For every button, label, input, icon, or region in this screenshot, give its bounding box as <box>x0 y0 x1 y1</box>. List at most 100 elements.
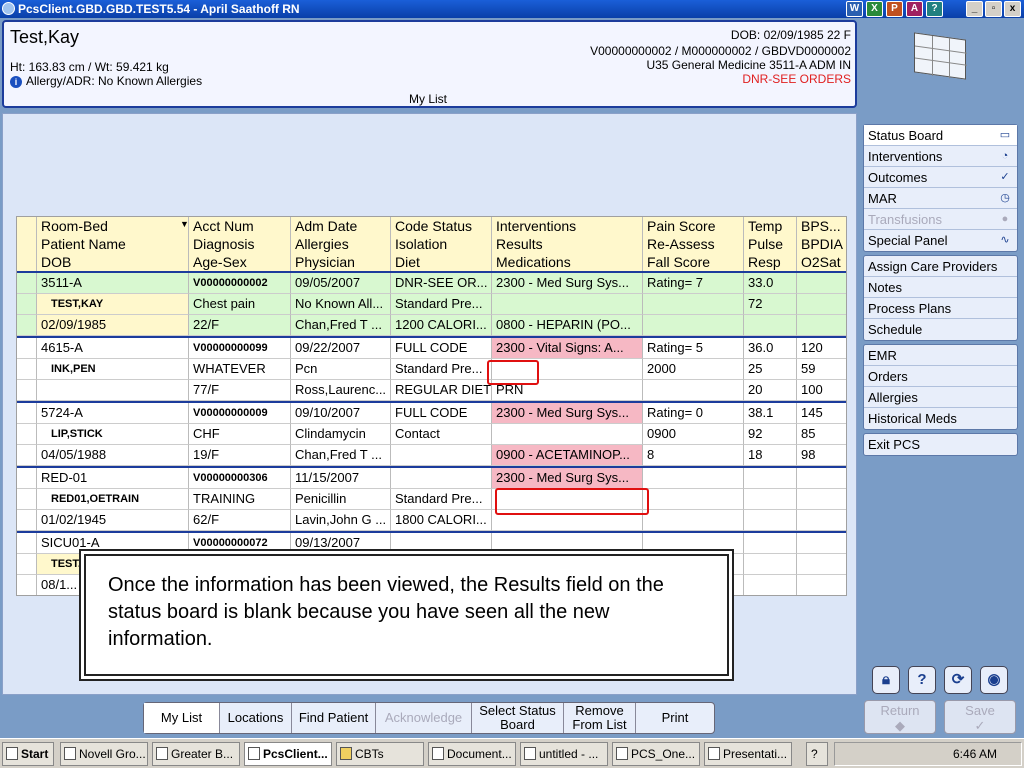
help-tray-icon[interactable]: ? <box>806 742 828 766</box>
nav-special-panel[interactable]: Special Panel ∿ <box>864 230 1017 251</box>
table-cell[interactable] <box>643 533 744 554</box>
table-cell[interactable] <box>391 445 492 466</box>
table-cell[interactable] <box>643 510 744 531</box>
taskbar-item[interactable]: untitled - ... <box>520 742 608 766</box>
table-cell[interactable]: 100 <box>797 380 846 401</box>
table-cell[interactable]: TEST,KAY <box>37 294 189 315</box>
table-cell[interactable]: 3511-A <box>37 273 189 294</box>
table-cell[interactable] <box>797 510 846 531</box>
table-cell[interactable]: Pcn <box>291 359 391 380</box>
table-cell[interactable]: V00000000002 <box>189 273 291 294</box>
table-cell[interactable]: 5724-A <box>37 403 189 424</box>
return-button[interactable]: Return ◆ <box>864 700 936 734</box>
column-header[interactable]: Age-Sex <box>189 253 291 271</box>
nav-schedule[interactable]: Schedule <box>864 319 1017 340</box>
table-cell[interactable] <box>744 533 797 554</box>
table-cell[interactable]: 0800 - HEPARIN (PO... <box>492 315 643 336</box>
column-header[interactable]: Temp <box>744 217 797 235</box>
table-cell[interactable] <box>643 468 744 489</box>
column-header[interactable]: Acct Num <box>189 217 291 235</box>
nav-notes[interactable]: Notes <box>864 277 1017 298</box>
info-icon[interactable]: i <box>10 76 22 88</box>
column-header[interactable]: Physician <box>291 253 391 271</box>
tab-find-patient[interactable]: Find Patient <box>292 703 376 733</box>
start-button[interactable]: Start <box>2 742 54 766</box>
nav-status-board[interactable]: Status Board ▭ <box>864 125 1017 146</box>
table-cell[interactable]: 0900 <box>643 424 744 445</box>
table-cell[interactable]: 2300 - Med Surg Sys... <box>492 273 643 294</box>
taskbar-item[interactable]: CBTs <box>336 742 424 766</box>
column-header[interactable]: Interventions <box>492 217 643 235</box>
column-header[interactable]: Fall Score <box>643 253 744 271</box>
taskbar-item[interactable]: PcsClient... <box>244 742 332 766</box>
column-header[interactable]: Code Status <box>391 217 492 235</box>
column-header[interactable]: Adm Date <box>291 217 391 235</box>
table-cell[interactable]: V00000000072 <box>189 533 291 554</box>
tab-remove-from-list[interactable]: Remove From List <box>564 703 636 733</box>
column-header[interactable]: Resp <box>744 253 797 271</box>
table-cell[interactable]: Standard Pre... <box>391 489 492 510</box>
column-header[interactable]: Isolation <box>391 235 492 253</box>
column-header[interactable]: BPS... <box>797 217 846 235</box>
table-cell[interactable] <box>492 533 643 554</box>
column-header[interactable]: BPDIA <box>797 235 846 253</box>
column-header[interactable]: DOB <box>37 253 189 271</box>
table-cell[interactable]: 09/13/2007 <box>291 533 391 554</box>
table-cell[interactable]: 2000 <box>643 359 744 380</box>
table-cell[interactable] <box>797 273 846 294</box>
table-cell[interactable]: Ross,Laurenc... <box>291 380 391 401</box>
column-header[interactable]: Pulse <box>744 235 797 253</box>
column-header[interactable]: Room-Bed <box>37 217 189 235</box>
help-icon[interactable]: ? <box>908 666 936 694</box>
table-cell[interactable]: Standard Pre... <box>391 359 492 380</box>
table-cell[interactable] <box>797 554 846 575</box>
table-cell[interactable]: 36.0 <box>744 338 797 359</box>
table-cell[interactable]: TRAINING <box>189 489 291 510</box>
nav-allergies[interactable]: Allergies <box>864 387 1017 408</box>
table-cell[interactable]: Penicillin <box>291 489 391 510</box>
table-cell[interactable]: 09/05/2007 <box>291 273 391 294</box>
table-cell[interactable]: 22/F <box>189 315 291 336</box>
lock-icon[interactable]: 🔒︎ <box>872 666 900 694</box>
table-cell[interactable]: 18 <box>744 445 797 466</box>
table-cell[interactable]: V00000000009 <box>189 403 291 424</box>
taskbar-item[interactable]: Novell Gro... <box>60 742 148 766</box>
table-cell[interactable]: 120 <box>797 338 846 359</box>
nav-transfusions[interactable]: Transfusions ● <box>864 209 1017 230</box>
column-header[interactable]: Patient Name <box>37 235 189 253</box>
table-cell[interactable]: 72 <box>744 294 797 315</box>
access-icon[interactable]: A <box>906 1 923 17</box>
nav-exit-pcs[interactable]: Exit PCS <box>864 434 1017 455</box>
column-header[interactable]: Results <box>492 235 643 253</box>
taskbar-item[interactable]: Presentati... <box>704 742 792 766</box>
settings-icon[interactable]: ◉ <box>980 666 1008 694</box>
table-cell[interactable]: 8 <box>643 445 744 466</box>
table-cell[interactable]: Chan,Fred T ... <box>291 315 391 336</box>
table-cell[interactable]: 09/10/2007 <box>291 403 391 424</box>
table-cell[interactable] <box>744 575 797 595</box>
help-app-icon[interactable]: ? <box>926 1 943 17</box>
table-cell[interactable] <box>797 489 846 510</box>
table-cell[interactable] <box>37 380 189 401</box>
table-cell[interactable]: 02/09/1985 <box>37 315 189 336</box>
table-cell[interactable]: 04/05/1988 <box>37 445 189 466</box>
table-cell[interactable]: 33.0 <box>744 273 797 294</box>
close-icon[interactable]: x <box>1004 1 1021 17</box>
table-cell[interactable]: 09/22/2007 <box>291 338 391 359</box>
table-cell[interactable] <box>797 294 846 315</box>
table-cell[interactable] <box>492 424 643 445</box>
taskbar-item[interactable]: PCS_One... <box>612 742 700 766</box>
table-cell[interactable] <box>797 533 846 554</box>
column-header[interactable]: Diagnosis <box>189 235 291 253</box>
nav-outcomes[interactable]: Outcomes ✓ <box>864 167 1017 188</box>
save-button[interactable]: Save ✓ <box>944 700 1016 734</box>
table-cell[interactable]: FULL CODE <box>391 403 492 424</box>
table-cell[interactable]: Lavin,John G ... <box>291 510 391 531</box>
table-cell[interactable]: DNR-SEE OR... <box>391 273 492 294</box>
table-cell[interactable]: 145 <box>797 403 846 424</box>
table-cell[interactable]: 2300 - Med Surg Sys... <box>492 403 643 424</box>
table-cell[interactable]: 0900 - ACETAMINOP... <box>492 445 643 466</box>
table-cell[interactable]: Rating= 0 <box>643 403 744 424</box>
table-cell[interactable]: Rating= 7 <box>643 273 744 294</box>
table-cell[interactable]: Chest pain <box>189 294 291 315</box>
